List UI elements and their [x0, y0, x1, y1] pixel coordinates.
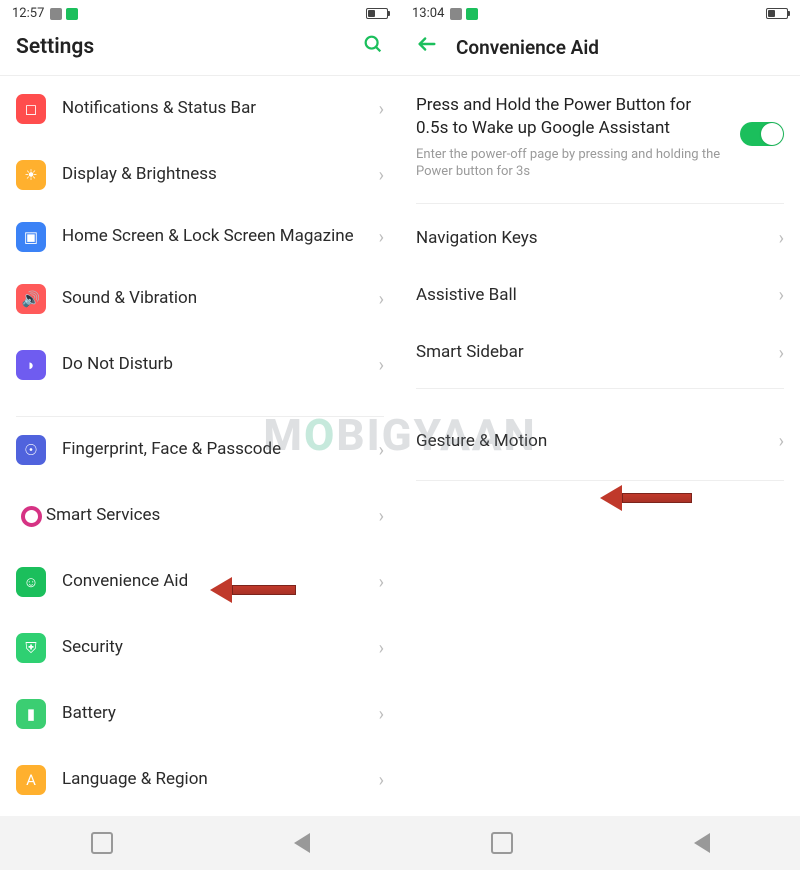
row-label: Navigation Keys — [416, 228, 779, 249]
row-label: Battery — [62, 703, 379, 724]
fingerprint-icon: ☉ — [16, 435, 46, 465]
row-label: Language & Region — [62, 769, 379, 790]
nav-recent-button[interactable] — [91, 832, 113, 854]
nav-bar — [400, 816, 800, 870]
power-button-assistant-toggle-row[interactable]: Press and Hold the Power Button for 0.5s… — [400, 76, 800, 193]
row-label: Assistive Ball — [416, 285, 779, 306]
chevron-right-icon: › — [379, 638, 384, 659]
battery-icon — [366, 8, 388, 19]
chevron-right-icon: › — [379, 289, 384, 310]
homescreen-icon: ▣ — [16, 222, 46, 252]
row-display[interactable]: ☀ Display & Brightness › — [0, 142, 400, 208]
toggle-subtitle: Enter the power-off page by pressing and… — [416, 146, 726, 181]
smart-services-icon — [16, 501, 46, 531]
row-security[interactable]: ⛨ Security › — [0, 615, 400, 681]
chevron-right-icon: › — [379, 506, 384, 527]
security-icon: ⛨ — [16, 633, 46, 663]
nav-back-button[interactable] — [694, 833, 710, 853]
notifications-icon: ◻ — [16, 94, 46, 124]
status-indicator-1-icon — [50, 8, 62, 20]
status-indicator-2-icon — [466, 8, 478, 20]
convenience-aid-screen: 13:04 Convenience Aid Press and Hold the… — [400, 0, 800, 870]
row-homescreen[interactable]: ▣ Home Screen & Lock Screen Magazine › — [0, 208, 400, 266]
sound-icon: 🔊 — [16, 284, 46, 314]
chevron-right-icon: › — [779, 228, 784, 249]
back-button[interactable] — [416, 33, 438, 61]
screen-header: Settings — [0, 23, 400, 76]
battery-icon — [766, 8, 788, 19]
display-icon: ☀ — [16, 160, 46, 190]
row-assistive-ball[interactable]: Assistive Ball › — [400, 267, 800, 324]
toggle-switch[interactable] — [740, 122, 784, 146]
nav-recent-button[interactable] — [491, 832, 513, 854]
annotation-arrow-right — [600, 485, 692, 511]
row-convenience-aid[interactable]: ☺ Convenience Aid › — [0, 549, 400, 615]
chevron-right-icon: › — [379, 572, 384, 593]
nav-back-button[interactable] — [294, 833, 310, 853]
row-smart-services[interactable]: Smart Services › — [0, 483, 400, 549]
chevron-right-icon: › — [379, 227, 384, 248]
row-gesture-motion[interactable]: Gesture & Motion › — [400, 413, 800, 470]
chevron-right-icon: › — [379, 704, 384, 725]
row-fingerprint[interactable]: ☉ Fingerprint, Face & Passcode › — [0, 417, 400, 483]
status-indicator-1-icon — [450, 8, 462, 20]
row-label: Notifications & Status Bar — [62, 98, 379, 119]
row-label: Smart Services — [46, 505, 379, 526]
status-time: 13:04 — [412, 6, 444, 21]
chevron-right-icon: › — [779, 343, 784, 364]
row-label: Gesture & Motion — [416, 431, 779, 452]
chevron-right-icon: › — [779, 285, 784, 306]
language-icon: A — [16, 765, 46, 795]
battery-setting-icon: ▮ — [16, 699, 46, 729]
row-battery[interactable]: ▮ Battery › — [0, 681, 400, 747]
status-indicator-2-icon — [66, 8, 78, 20]
chevron-right-icon: › — [379, 99, 384, 120]
row-label: Fingerprint, Face & Passcode — [62, 439, 379, 460]
row-language[interactable]: A Language & Region › — [0, 747, 400, 813]
row-label: Security — [62, 637, 379, 658]
settings-screen: 12:57 Settings ◻ Notifications & Status … — [0, 0, 400, 870]
screen-header: Convenience Aid — [400, 23, 800, 76]
row-smart-sidebar[interactable]: Smart Sidebar › — [400, 324, 800, 381]
dnd-icon: ◗ — [16, 350, 46, 380]
row-label: Display & Brightness — [62, 164, 379, 185]
row-label: Home Screen & Lock Screen Magazine — [62, 226, 379, 247]
chevron-right-icon: › — [379, 355, 384, 376]
row-dnd[interactable]: ◗ Do Not Disturb › — [0, 332, 400, 398]
chevron-right-icon: › — [379, 165, 384, 186]
chevron-right-icon: › — [379, 770, 384, 791]
status-bar: 12:57 — [0, 0, 400, 23]
convenience-aid-icon: ☺ — [16, 567, 46, 597]
row-notifications[interactable]: ◻ Notifications & Status Bar › — [0, 76, 400, 142]
annotation-arrow-left — [210, 577, 296, 603]
row-label: Sound & Vibration — [62, 288, 379, 309]
chevron-right-icon: › — [779, 431, 784, 452]
toggle-title: Press and Hold the Power Button for 0.5s… — [416, 94, 726, 140]
nav-bar — [0, 816, 400, 870]
row-label: Smart Sidebar — [416, 342, 779, 363]
search-icon[interactable] — [362, 33, 384, 61]
chevron-right-icon: › — [379, 440, 384, 461]
row-label: Do Not Disturb — [62, 354, 379, 375]
page-title: Convenience Aid — [456, 36, 784, 59]
status-time: 12:57 — [12, 6, 44, 21]
status-bar: 13:04 — [400, 0, 800, 23]
page-title: Settings — [16, 35, 362, 59]
row-navigation-keys[interactable]: Navigation Keys › — [400, 210, 800, 267]
row-sound[interactable]: 🔊 Sound & Vibration › — [0, 266, 400, 332]
